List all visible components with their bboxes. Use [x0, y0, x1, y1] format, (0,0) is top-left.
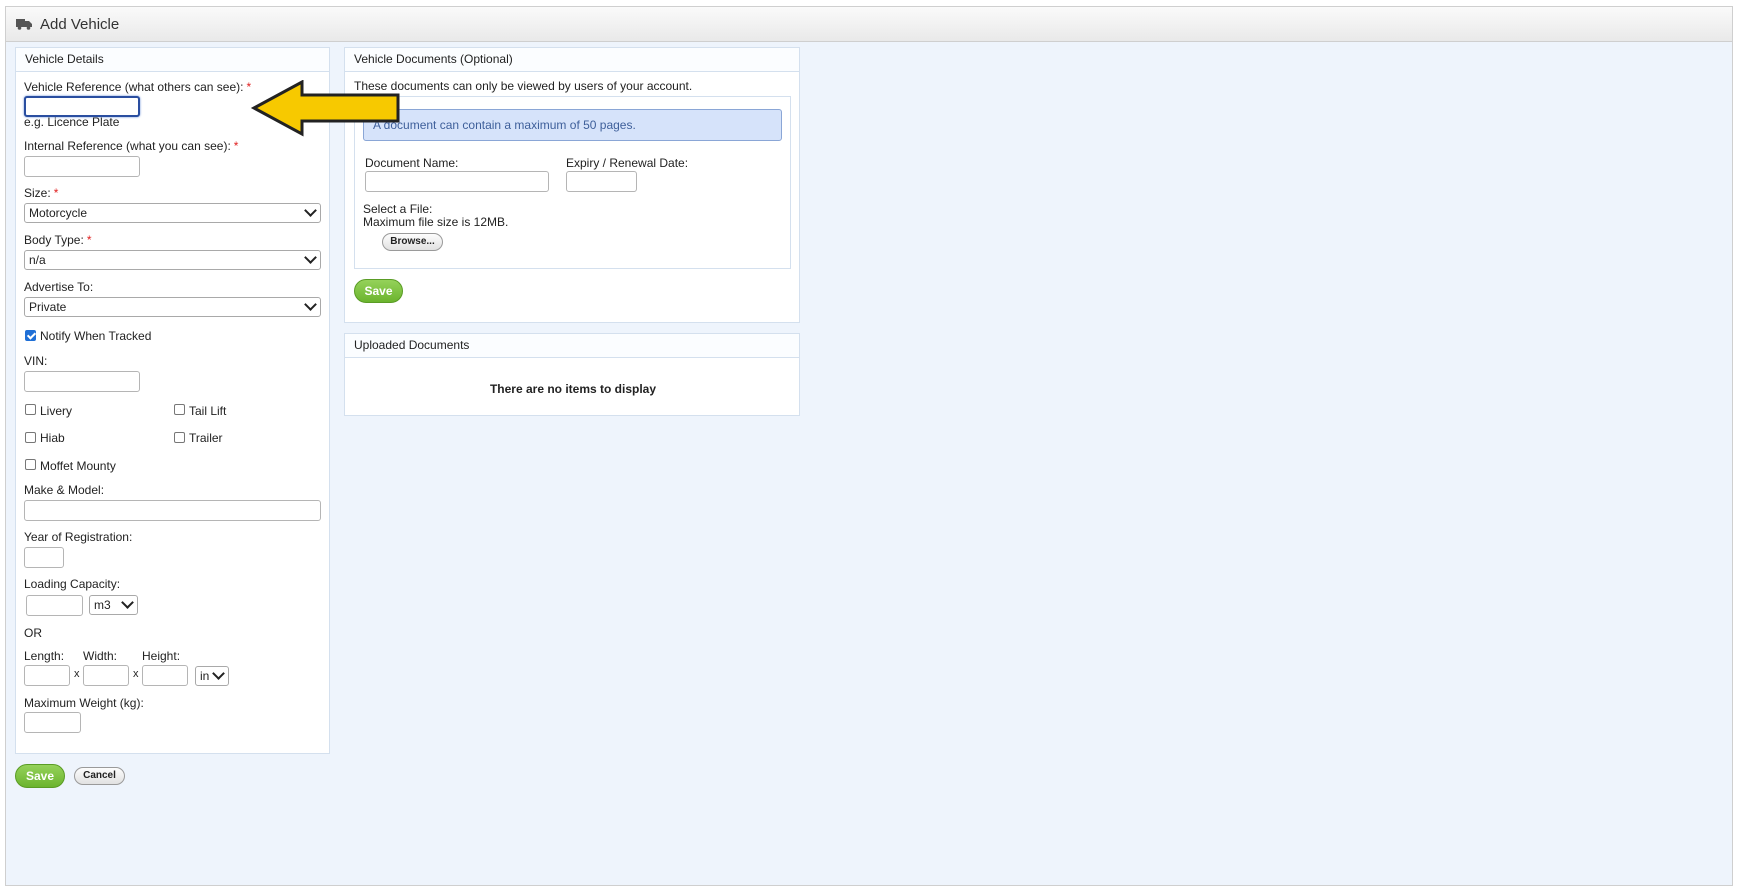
- vehicle-reference-input[interactable]: [24, 96, 140, 117]
- internal-reference-label: Internal Reference (what you can see): *: [24, 139, 239, 153]
- size-label: Size: *: [24, 186, 59, 200]
- loading-capacity-label: Loading Capacity:: [24, 577, 121, 591]
- dimension-separator: x: [74, 668, 80, 680]
- chevron-down-icon: [304, 251, 317, 264]
- chevron-down-icon: [212, 667, 225, 680]
- make-model-input[interactable]: [24, 500, 321, 521]
- loading-capacity-input[interactable]: [26, 595, 83, 616]
- hiab-checkbox[interactable]: [25, 432, 36, 443]
- length-label: Length:: [24, 649, 65, 663]
- expiry-date-label: Expiry / Renewal Date:: [566, 156, 689, 170]
- max-weight-input[interactable]: [24, 712, 81, 733]
- internal-reference-input[interactable]: [24, 156, 140, 177]
- page-limit-notice: A document can contain a maximum of 50 p…: [363, 109, 782, 141]
- cancel-button[interactable]: Cancel: [74, 767, 125, 785]
- browse-button[interactable]: Browse...: [382, 233, 443, 251]
- year-of-registration-input[interactable]: [24, 547, 64, 568]
- vehicle-details-panel: Vehicle Details Vehicle Reference (what …: [15, 47, 330, 754]
- size-select[interactable]: Motorcycle: [24, 203, 321, 223]
- body-type-label: Body Type: *: [24, 233, 92, 247]
- vin-label: VIN:: [24, 354, 48, 368]
- vehicle-documents-header: Vehicle Documents (Optional): [345, 48, 799, 72]
- or-label: OR: [24, 626, 42, 640]
- document-name-input[interactable]: [365, 171, 549, 192]
- length-input[interactable]: [24, 665, 70, 686]
- vehicle-details-header: Vehicle Details: [16, 48, 329, 72]
- dimension-separator: x: [133, 668, 139, 680]
- livery-label: Livery: [40, 404, 73, 418]
- window-title: Add Vehicle: [40, 15, 120, 33]
- vehicle-documents-panel: Vehicle Documents (Optional) These docum…: [344, 47, 800, 323]
- annotation-arrow-icon: [250, 80, 400, 137]
- empty-list-message: There are no items to display: [489, 382, 657, 396]
- max-weight-label: Maximum Weight (kg):: [24, 696, 144, 710]
- document-name-label: Document Name:: [365, 156, 459, 170]
- body-type-select[interactable]: n/a: [24, 250, 321, 270]
- hiab-label: Hiab: [40, 431, 65, 445]
- chevron-down-icon: [304, 298, 317, 311]
- trailer-label: Trailer: [189, 431, 223, 445]
- loading-capacity-unit-select[interactable]: m3: [89, 595, 138, 615]
- width-input[interactable]: [83, 665, 129, 686]
- notify-when-tracked-checkbox[interactable]: [25, 330, 36, 341]
- tail-lift-checkbox[interactable]: [174, 404, 185, 415]
- chevron-down-icon: [121, 596, 134, 609]
- notify-when-tracked-label: Notify When Tracked: [40, 329, 152, 343]
- vin-input[interactable]: [24, 371, 140, 392]
- vehicle-reference-hint: e.g. Licence Plate: [24, 115, 120, 129]
- select-file-label: Select a File:: [363, 202, 433, 216]
- truck-icon: [16, 19, 32, 30]
- save-document-button[interactable]: Save: [354, 279, 403, 303]
- vehicle-reference-label: Vehicle Reference (what others can see):…: [24, 80, 252, 94]
- chevron-down-icon: [304, 204, 317, 217]
- width-label: Width:: [83, 649, 118, 663]
- tail-lift-label: Tail Lift: [189, 404, 227, 418]
- advertise-to-label: Advertise To:: [24, 280, 94, 294]
- moffet-mounty-label: Moffet Mounty: [40, 459, 116, 473]
- dimension-unit-select[interactable]: in: [195, 666, 229, 686]
- advertise-to-select[interactable]: Private: [24, 297, 321, 317]
- document-upload-box: A document can contain a maximum of 50 p…: [354, 96, 791, 269]
- height-label: Height:: [142, 649, 181, 663]
- expiry-date-input[interactable]: [566, 171, 637, 192]
- uploaded-documents-header: Uploaded Documents: [345, 334, 799, 358]
- trailer-checkbox[interactable]: [174, 432, 185, 443]
- uploaded-documents-panel: Uploaded Documents There are no items to…: [344, 333, 800, 416]
- max-file-size-text: Maximum file size is 12MB.: [363, 215, 509, 229]
- height-input[interactable]: [142, 665, 188, 686]
- year-of-registration-label: Year of Registration:: [24, 530, 133, 544]
- make-model-label: Make & Model:: [24, 483, 105, 497]
- save-button[interactable]: Save: [15, 764, 65, 788]
- moffet-mounty-checkbox[interactable]: [25, 459, 36, 470]
- arrow-shape: [250, 80, 400, 137]
- window-titlebar: Add Vehicle: [6, 7, 1732, 42]
- livery-checkbox[interactable]: [25, 404, 36, 415]
